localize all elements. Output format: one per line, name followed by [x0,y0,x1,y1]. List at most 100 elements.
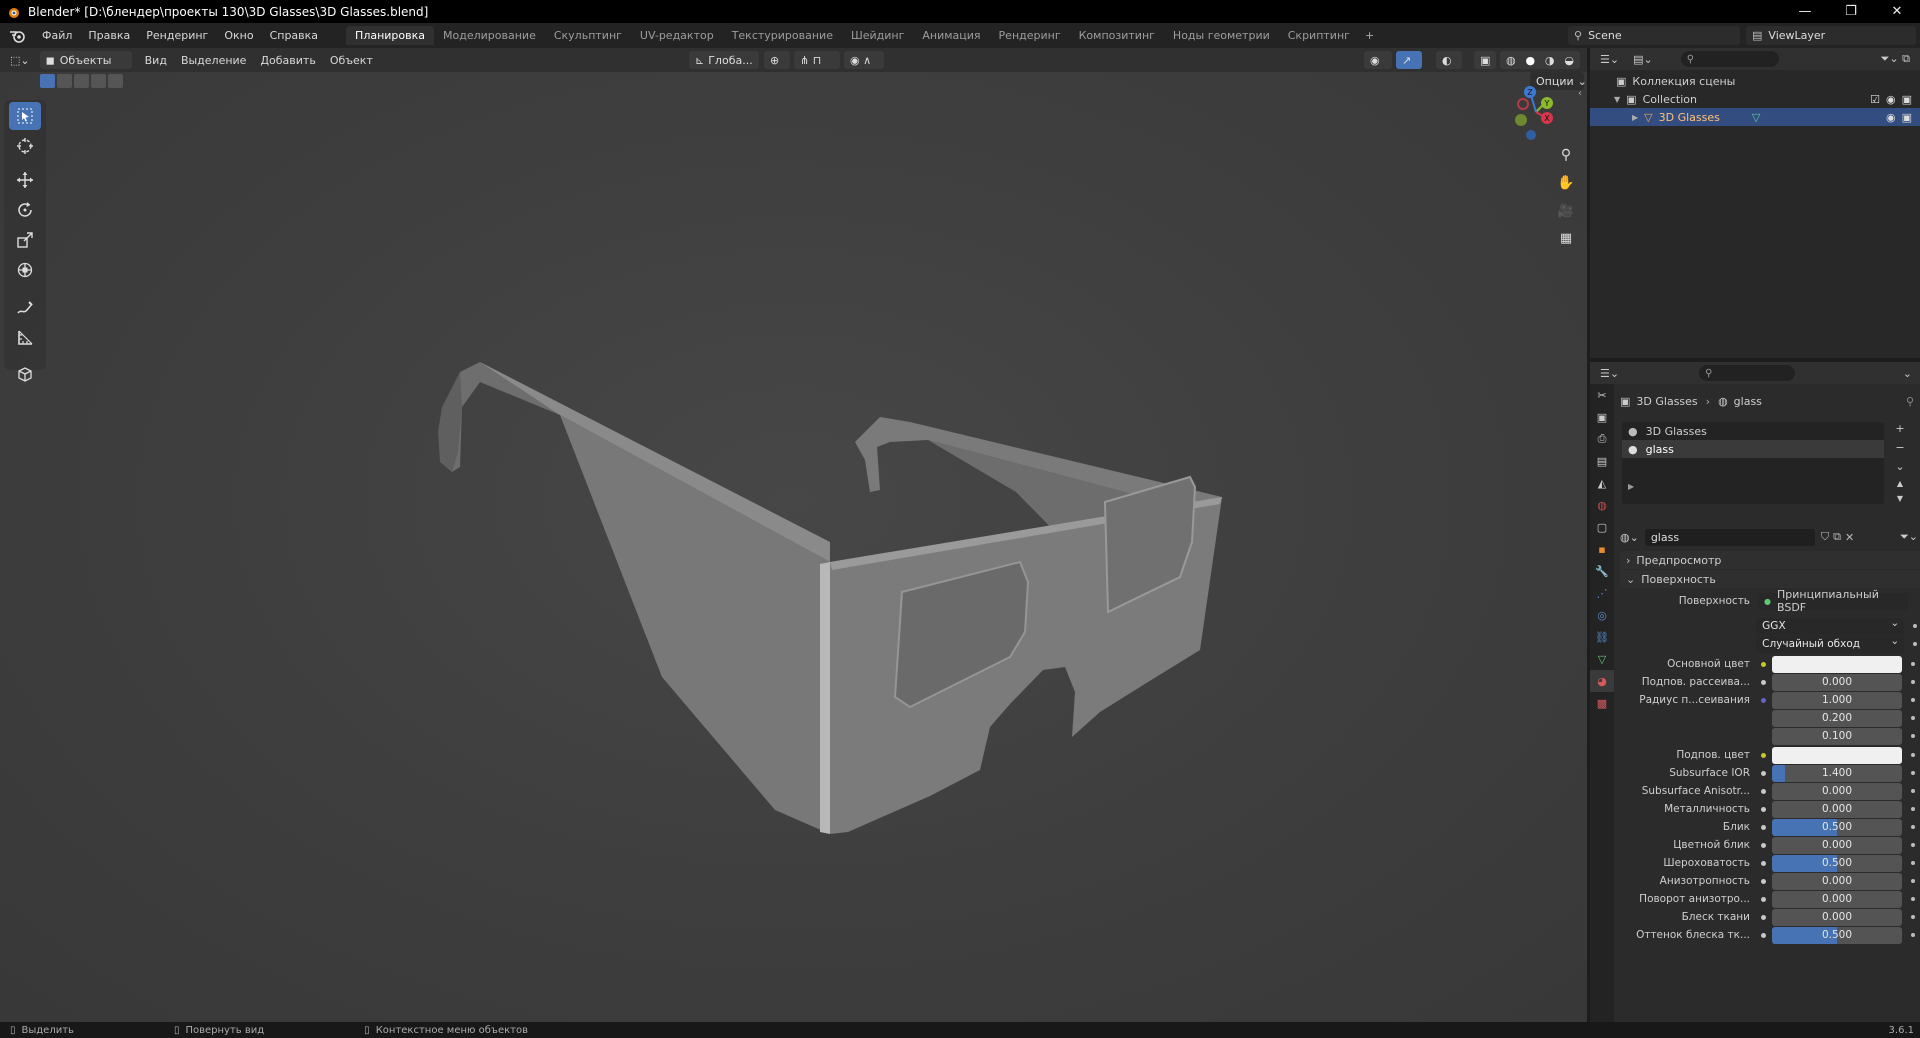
number-field[interactable]: 0.500 [1772,818,1902,836]
color-swatch[interactable] [1772,655,1902,673]
number-field[interactable]: 0.100 [1772,727,1902,745]
minimize-button[interactable]: — [1782,4,1828,19]
number-field[interactable]: 0.500 [1772,926,1902,944]
socket-icon[interactable] [1758,912,1768,922]
unlink-material-icon[interactable]: ✕ [1845,531,1854,544]
tab-layout[interactable]: Планировка [346,26,435,45]
pin-icon[interactable]: ⚲ [1906,395,1914,408]
shading-modes[interactable]: ◍ ● ◑ ◒ [1500,51,1580,69]
remove-slot-icon[interactable]: − [1895,441,1904,454]
keyframe-dot-icon[interactable] [1908,879,1918,883]
eye-icon[interactable]: ◉ [1886,93,1896,106]
number-field[interactable]: 1.400 [1772,764,1902,782]
measure-tool[interactable] [9,324,41,352]
move-down-icon[interactable]: ▼ [1897,494,1903,503]
camera-icon[interactable]: ▣ [1902,111,1912,124]
tab-uv-editing[interactable]: UV-редактор [631,26,723,45]
outliner-row-3d-glasses[interactable]: ▶ ▽ 3D Glasses ▽ ◉ ▣ [1590,108,1920,126]
render-tab-icon[interactable]: ▣ [1590,406,1614,428]
socket-icon[interactable] [1758,659,1768,669]
sidebar-toggle-icon[interactable]: ‹ [1578,88,1582,99]
number-field[interactable]: 0.000 [1772,890,1902,908]
output-tab-icon[interactable]: ⎙ [1590,428,1614,450]
keyframe-dot-icon[interactable] [1908,734,1918,738]
menu-object[interactable]: Объект [323,54,380,67]
3d-glasses-model[interactable] [400,332,1260,892]
keyframe-dot-icon[interactable] [1908,789,1918,793]
texture-tab-icon[interactable]: ▩ [1590,692,1614,714]
keyframe-dot-icon[interactable] [1910,624,1920,628]
object-tab-icon[interactable]: ▪ [1590,538,1614,560]
subsurface-method-dropdown[interactable]: Случайный обход [1756,633,1905,653]
socket-icon[interactable] [1758,858,1768,868]
expand-arrow-icon[interactable]: ▶ [1632,113,1638,122]
filter-icon[interactable]: ⏷⌄ ⧉ [1881,52,1910,66]
menu-file[interactable]: Файл [34,29,80,42]
socket-icon[interactable] [1758,804,1768,814]
select-invert-icon[interactable] [91,74,106,88]
view-layer-tab-icon[interactable]: ▤ [1590,450,1614,472]
data-tab-icon[interactable]: ▽ [1590,648,1614,670]
mode-selector[interactable]: ◼ Объекты [39,51,132,69]
collection-tab-icon[interactable]: ▢ [1590,516,1614,538]
blender-menu-icon[interactable] [8,28,28,44]
material-slot-item-active[interactable]: ● glass [1622,440,1884,458]
preview-panel-header[interactable]: › Предпросмотр [1620,551,1920,569]
socket-icon[interactable] [1758,731,1768,741]
tool-tab-icon[interactable]: ✂ [1590,384,1614,406]
menu-view[interactable]: Вид [138,54,174,67]
mesh-data-icon[interactable]: ▽ [1752,111,1760,124]
close-button[interactable]: ✕ [1874,4,1920,19]
particles-tab-icon[interactable]: ⋰ [1590,582,1614,604]
slot-menu-icon[interactable]: ⌄ [1895,460,1904,473]
add-workspace-button[interactable]: + [1359,26,1380,45]
socket-icon[interactable] [1758,930,1768,940]
menu-add[interactable]: Добавить [253,54,322,67]
tab-scripting[interactable]: Скриптинг [1279,26,1359,45]
material-name-field[interactable]: glass [1644,528,1815,546]
expand-arrow-icon[interactable]: ▼ [1614,95,1620,104]
node-filter-icon[interactable]: ⏷⌄ [1900,530,1918,544]
socket-icon[interactable] [1758,822,1768,832]
material-browse-icon[interactable]: ◍⌄ [1620,531,1639,544]
surface-shader-selector[interactable]: ● Принципиальный BSDF [1758,588,1908,614]
tab-modeling[interactable]: Моделирование [434,26,545,45]
socket-icon[interactable] [1758,768,1768,778]
tab-rendering[interactable]: Рендеринг [990,26,1070,45]
zoom-icon[interactable]: ⚲ [1553,142,1579,168]
cursor-tool[interactable] [9,132,41,160]
scene-tab-icon[interactable]: ◭ [1590,472,1614,494]
xray-toggle[interactable]: ▣ [1474,51,1496,69]
tab-texture-paint[interactable]: Текстурирование [723,26,842,45]
scale-tool[interactable] [9,226,41,254]
select-subtract-icon[interactable] [74,74,89,88]
keyframe-dot-icon[interactable] [1908,861,1918,865]
socket-icon[interactable] [1758,840,1768,850]
tab-animation[interactable]: Анимация [913,26,989,45]
material-shading-icon[interactable]: ◑ [1545,54,1555,67]
maximize-button[interactable]: ❐ [1828,4,1874,19]
keyframe-dot-icon[interactable] [1908,897,1918,901]
transform-tool[interactable] [9,256,41,284]
snap-button[interactable]: ⋔ ⊓ [794,51,840,69]
chevron-down-icon[interactable]: ⌄ [1903,367,1912,380]
distribution-dropdown[interactable]: GGX [1756,615,1905,635]
outliner-row-scene-collection[interactable]: ▣ Коллекция сцены [1590,72,1920,90]
transform-orientation-selector[interactable]: ⊾ Глоба... [689,51,759,69]
view-layer-selector[interactable]: ▤ ViewLayer [1746,26,1916,45]
keyframe-dot-icon[interactable] [1908,662,1918,666]
keyframe-dot-icon[interactable] [1908,825,1918,829]
add-cube-tool[interactable] [9,360,41,388]
keyframe-dot-icon[interactable] [1908,807,1918,811]
camera-view-icon[interactable]: 🎥 [1553,198,1579,224]
physics-tab-icon[interactable]: ◎ [1590,604,1614,626]
proportional-edit-button[interactable]: ◉ ∧ [844,51,884,69]
material-tab-icon[interactable]: ◕ [1590,670,1614,692]
properties-editor-icon[interactable]: ☰⌄ [1600,367,1619,380]
pan-hand-icon[interactable]: ✋ [1553,170,1579,196]
tab-compositing[interactable]: Композитинг [1070,26,1164,45]
keyframe-dot-icon[interactable] [1908,915,1918,919]
visibility-button[interactable]: ◉ [1364,51,1392,69]
outliner-editor-icon[interactable]: ☰⌄ [1600,53,1619,66]
properties-search-input[interactable]: ⚲ [1699,365,1796,381]
